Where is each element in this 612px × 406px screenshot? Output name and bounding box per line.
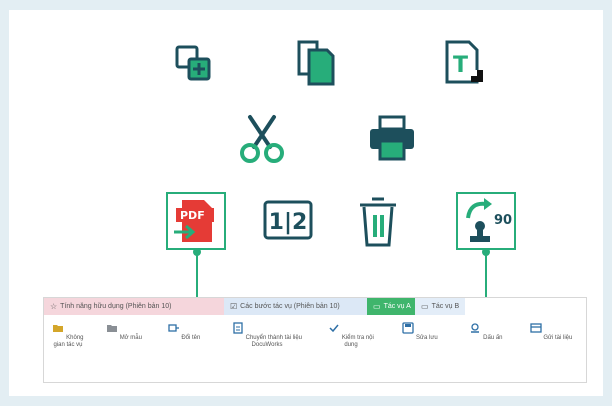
doc-icon: ▭ bbox=[373, 302, 381, 311]
copy-add-icon bbox=[170, 40, 216, 86]
send-icon bbox=[529, 323, 542, 333]
tool-check-content[interactable]: Kiểm tra nội dung bbox=[326, 319, 376, 349]
ribbon-tabs: ☆ Tính năng hữu dụng (Phiên bản 10) ☑ Cá… bbox=[44, 298, 465, 315]
pdf-export-icon[interactable]: PDF bbox=[166, 192, 226, 250]
svg-text:T: T bbox=[453, 53, 468, 78]
ribbon-tools: Không gian tác vụ Mở mẫu Đổi tên Chuyển … bbox=[44, 319, 588, 381]
trash-icon bbox=[354, 194, 402, 248]
tab-useful-features[interactable]: ☆ Tính năng hữu dụng (Phiên bản 10) bbox=[44, 298, 224, 315]
svg-text:PDF: PDF bbox=[180, 209, 205, 222]
tool-workspace[interactable]: Không gian tác vụ bbox=[48, 319, 88, 349]
save-icon bbox=[402, 322, 414, 334]
tool-convert-docuworks[interactable]: Chuyển thành tài liệu DocuWorks bbox=[230, 319, 304, 349]
checklist-icon: ☑ bbox=[230, 302, 238, 311]
tool-send-document[interactable]: Gửi tài liệu bbox=[528, 319, 574, 342]
duplicate-page-icon bbox=[290, 36, 340, 88]
rename-icon bbox=[168, 324, 179, 332]
tool-stamp[interactable]: Dấu ấn bbox=[468, 319, 504, 342]
tab-task-steps[interactable]: ☑ Các bước tác vụ (Phiên bản 10) bbox=[224, 298, 367, 315]
text-format-icon: T bbox=[438, 36, 488, 88]
page-split-icon: 1|2 bbox=[262, 198, 314, 242]
rotate-90-stamp-icon[interactable]: 90 bbox=[456, 192, 516, 250]
convert-icon bbox=[233, 322, 243, 334]
stamp-icon bbox=[471, 323, 480, 333]
doc-icon: ▭ bbox=[421, 302, 429, 311]
scissors-icon bbox=[234, 112, 290, 166]
tab-task-b[interactable]: ▭ Tác vụ B bbox=[415, 298, 465, 315]
tool-open-template[interactable]: Mở mẫu bbox=[106, 319, 142, 342]
check-icon bbox=[329, 324, 339, 333]
svg-text:90: 90 bbox=[494, 213, 512, 228]
tool-rename[interactable]: Đổi tên bbox=[166, 319, 202, 342]
printer-icon bbox=[366, 112, 418, 164]
svg-text:1|2: 1|2 bbox=[269, 210, 308, 235]
star-icon: ☆ bbox=[50, 302, 58, 311]
ribbon-toolbar: ☆ Tính năng hữu dụng (Phiên bản 10) ☑ Cá… bbox=[43, 297, 587, 383]
folder-icon bbox=[53, 325, 64, 332]
tab-task-a[interactable]: ▭ Tác vụ A bbox=[367, 298, 415, 315]
tool-save[interactable]: Sửa lưu bbox=[402, 319, 438, 342]
template-icon bbox=[107, 325, 118, 332]
